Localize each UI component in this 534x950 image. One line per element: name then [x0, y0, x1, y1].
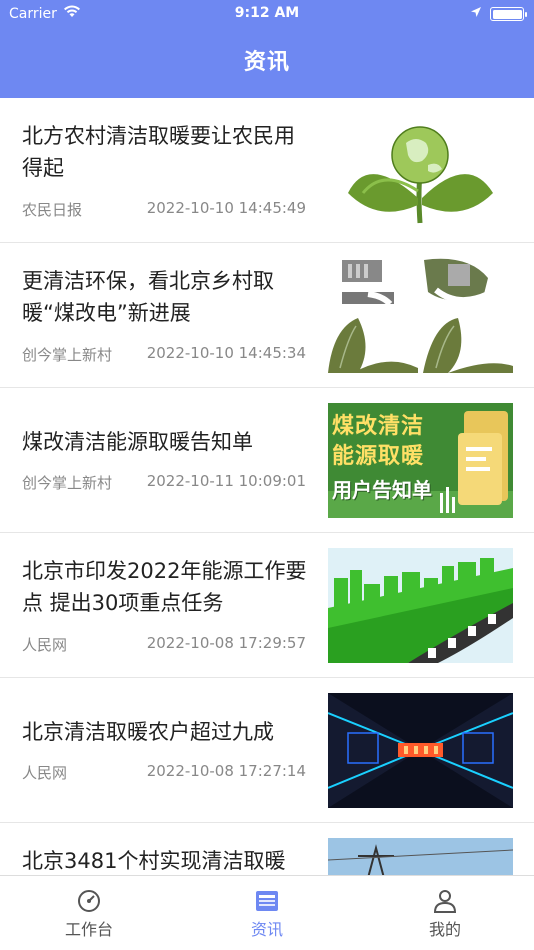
news-title: 北京3481个村实现清洁取暖	[22, 849, 286, 873]
status-time: 9:12 AM	[234, 5, 300, 21]
news-item[interactable]: 北京3481个村实现清洁取暖	[0, 823, 534, 875]
news-title: 北京市印发2022年能源工作要点 提出30项重点任务	[22, 559, 307, 615]
battery-icon	[490, 7, 527, 21]
news-source: 创今掌上新村	[22, 474, 113, 492]
tab-label: 工作台	[64, 920, 113, 939]
news-title: 北方农村清洁取暖要让农民用得起	[22, 124, 295, 180]
news-thumbnail[interactable]	[328, 258, 513, 373]
news-item[interactable]: 北京清洁取暖农户超过九成 人民网 2022-10-08 17:27:14	[0, 678, 534, 823]
news-source: 农民日报	[22, 201, 83, 219]
header: Carrier 9:12 AM 资讯	[0, 0, 534, 98]
news-item[interactable]: 北方农村清洁取暖要让农民用得起 农民日报 2022-10-10 14:45:49	[0, 98, 534, 243]
tab-me[interactable]: 我的	[356, 876, 534, 950]
news-icon	[254, 888, 280, 914]
news-thumbnail[interactable]	[328, 838, 513, 875]
news-title: 煤改清洁能源取暖告知单	[22, 430, 253, 454]
tab-bar: 工作台 资讯 我的	[0, 875, 534, 950]
news-title: 更清洁环保，看北京乡村取暖“煤改电”新进展	[22, 269, 274, 325]
tab-label: 资讯	[250, 920, 283, 939]
tab-news[interactable]: 资讯	[178, 876, 356, 950]
news-time: 2022-10-08 17:29:57	[146, 634, 306, 652]
tab-label: 我的	[428, 920, 461, 939]
thumb-caption-2: 能源取暖	[332, 444, 425, 469]
news-thumbnail[interactable]	[328, 113, 513, 228]
page-title: 资讯	[243, 50, 290, 75]
news-time: 2022-10-10 14:45:34	[146, 344, 306, 362]
tab-workbench[interactable]: 工作台	[0, 876, 178, 950]
news-title: 北京清洁取暖农户超过九成	[22, 720, 274, 744]
news-source: 创今掌上新村	[22, 346, 113, 364]
thumb-caption-3: 用户告知单	[332, 478, 432, 502]
news-list[interactable]: 北方农村清洁取暖要让农民用得起 农民日报 2022-10-10 14:45:49…	[0, 98, 534, 875]
status-bar: Carrier 9:12 AM	[0, 0, 534, 28]
news-source: 人民网	[22, 764, 68, 782]
thumb-caption-1: 煤改清洁	[332, 414, 425, 439]
dashboard-icon	[76, 888, 102, 914]
news-thumbnail[interactable]	[328, 548, 513, 663]
news-item[interactable]: 北京市印发2022年能源工作要点 提出30项重点任务 人民网 2022-10-0…	[0, 533, 534, 678]
news-item[interactable]: 煤改清洁能源取暖告知单 创今掌上新村 2022-10-11 10:09:01 煤…	[0, 388, 534, 533]
news-item[interactable]: 更清洁环保，看北京乡村取暖“煤改电”新进展 创今掌上新村 2022-10-10 …	[0, 243, 534, 388]
location-arrow-icon	[470, 6, 482, 22]
news-source: 人民网	[22, 636, 68, 654]
news-thumbnail[interactable]	[328, 693, 513, 808]
user-icon	[432, 888, 458, 914]
news-time: 2022-10-08 17:27:14	[146, 762, 306, 780]
news-time: 2022-10-11 10:09:01	[146, 472, 306, 490]
news-time: 2022-10-10 14:45:49	[146, 199, 306, 217]
news-thumbnail[interactable]: 煤改清洁 能源取暖 用户告知单	[328, 403, 513, 518]
